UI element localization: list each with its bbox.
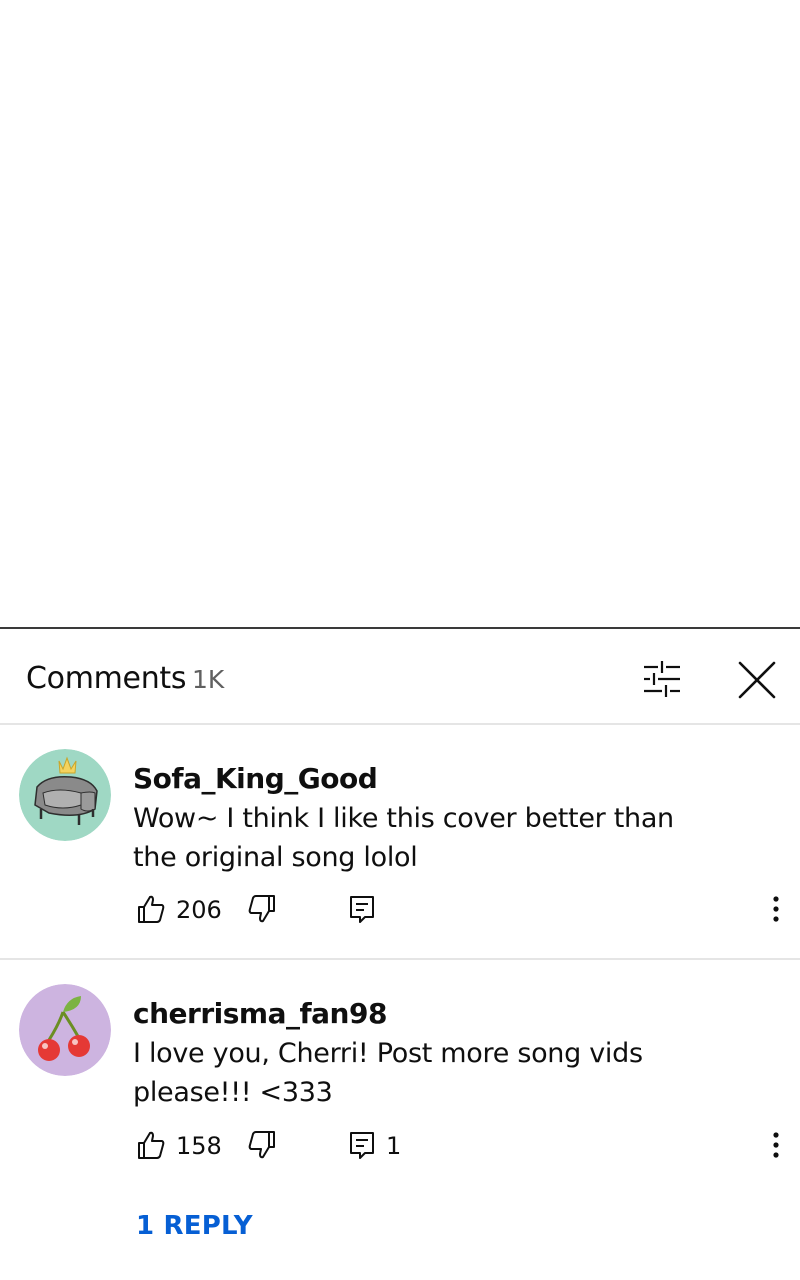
reply-comment-icon[interactable] [347,893,377,925]
comment-author[interactable]: cherrisma_fan98 [133,997,387,1030]
comment-actions: 206 [0,889,800,933]
comment-item: Sofa_King_Good Wow~ I think I like this … [0,727,800,960]
thumbs-up-icon[interactable] [136,893,166,925]
like-count: 158 [176,1132,222,1160]
comment-text: I love you, Cherri! Post more song vids … [133,1038,643,1108]
filter-icon[interactable] [638,657,686,701]
like-count: 206 [176,896,222,924]
comments-title: Comments [26,661,187,696]
reply-count: 1 [386,1132,402,1160]
reply-comment-icon[interactable] [347,1129,377,1161]
comment-item: cherrisma_fan98 I love you, Cherri! Post… [0,962,800,1280]
thumbs-down-icon[interactable] [247,893,277,925]
comment-actions: 158 1 [0,1125,800,1169]
avatar[interactable] [19,984,111,1076]
view-replies-link[interactable]: 1 REPLY [136,1211,253,1241]
avatar[interactable] [19,749,111,841]
more-vertical-icon[interactable] [764,891,788,927]
sofa-crown-avatar-icon [19,749,111,841]
comment-author[interactable]: Sofa_King_Good [133,762,378,795]
comments-panel: Comments 1K Sofa_King_Good Wow~ I think … [0,627,800,1280]
thumbs-down-icon[interactable] [247,1129,277,1161]
comment-text: Wow~ I think I like this cover better th… [133,803,674,873]
video-area [0,0,800,627]
thumbs-up-icon[interactable] [136,1129,166,1161]
close-icon[interactable] [734,657,780,703]
comments-header: Comments 1K [0,629,800,725]
comments-count: 1K [192,665,225,694]
more-vertical-icon[interactable] [764,1127,788,1163]
cherry-avatar-icon [19,984,111,1076]
